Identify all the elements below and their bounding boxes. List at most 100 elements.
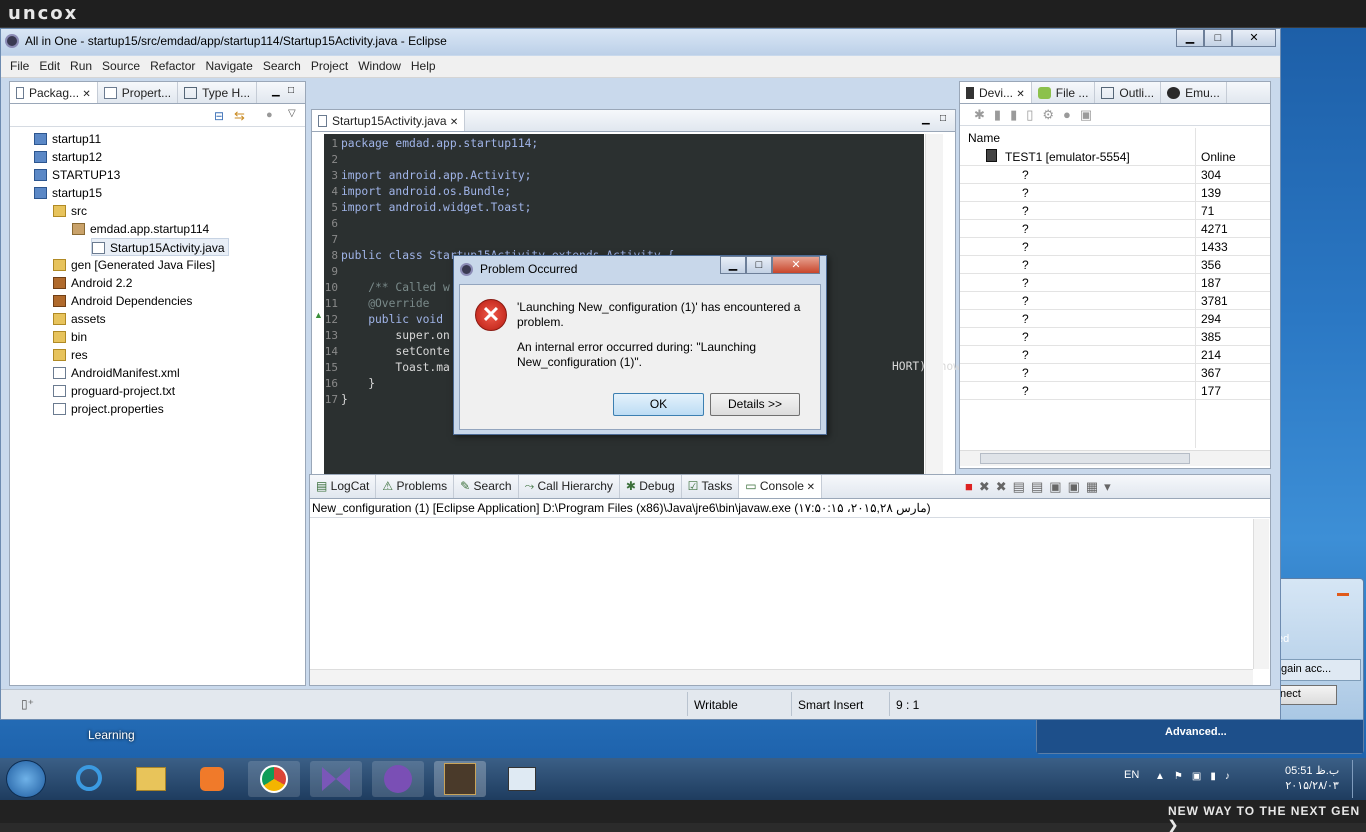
tree-item[interactable]: AndroidManifest.xml [53,364,180,382]
link-editor-icon[interactable]: ⇆ [234,108,245,124]
menu-window[interactable]: Window [353,56,406,76]
column-name[interactable]: Name [968,131,1000,145]
tree-item[interactable]: Startup15Activity.java [91,238,229,256]
process-row[interactable]: ? 367 [960,364,1270,382]
menu-help[interactable]: Help [406,56,441,76]
tab-file-explorer[interactable]: File ... [1032,82,1096,103]
tree-item[interactable]: STARTUP13 [34,166,120,184]
show-hidden-icon[interactable]: ▲ [1155,771,1174,782]
threads-icon[interactable]: ▮ [1010,107,1026,122]
menu-run[interactable]: Run [65,56,97,76]
show-desktop-button[interactable] [1352,760,1364,798]
process-row[interactable]: ? 4271 [960,220,1270,238]
tree-item[interactable]: bin [53,328,87,346]
menu-source[interactable]: Source [97,56,145,76]
scroll-lock-icon[interactable]: ▤ [1031,479,1049,494]
dialog-minimize-button[interactable]: ▁ [720,256,746,274]
tree-item[interactable]: startup12 [34,148,102,166]
process-row[interactable]: ? 356 [960,256,1270,274]
horizontal-scrollbar[interactable] [960,450,1270,466]
display-console-icon[interactable]: ▦ [1086,479,1104,494]
ie-icon[interactable] [62,761,114,797]
tab-type-hierarchy[interactable]: Type H... [178,82,258,103]
tree-item[interactable]: gen [Generated Java Files] [53,256,215,274]
tab-devices[interactable]: Devi... ✕ [960,82,1032,103]
process-row[interactable]: ? 294 [960,310,1270,328]
remove-launch-icon[interactable]: ✖ [979,479,996,494]
tree-item[interactable]: Android Dependencies [53,292,192,310]
process-row[interactable]: ? 304 [960,166,1270,184]
vs-icon[interactable] [310,761,362,797]
terminate-icon[interactable]: ■ [965,479,979,494]
viber-icon[interactable] [372,761,424,797]
tree-item[interactable]: project.properties [53,400,164,418]
close-icon[interactable]: ✕ [82,89,90,100]
tab-problems[interactable]: ⚠ Problems [376,475,455,498]
desktop-icon-label[interactable]: Learning [88,728,135,742]
tab-logcat[interactable]: ▤ LogCat [310,475,377,498]
process-row[interactable]: ? 139 [960,184,1270,202]
horizontal-scrollbar[interactable] [310,669,1253,685]
menu-edit[interactable]: Edit [34,56,65,76]
tree-item[interactable]: src [53,202,87,220]
maximize-view-icon[interactable]: □ [940,113,946,124]
language-indicator[interactable]: EN [1124,769,1139,781]
show-on-output-icon[interactable]: ▣ [1049,479,1067,494]
tree-item[interactable]: res [53,346,88,364]
tab-startup15activity[interactable]: Startup15Activity.java ✕ [312,110,466,131]
signal-icon[interactable]: ▮ [1210,771,1225,782]
menu-navigate[interactable]: Navigate [200,56,257,76]
device-row[interactable]: TEST1 [emulator-5554] Online [960,148,1270,166]
connect-button[interactable]: nect [1277,685,1337,705]
volume-icon[interactable]: ♪ [1225,771,1239,782]
tree-item[interactable]: startup15 [34,184,102,202]
chrome-icon[interactable] [248,761,300,797]
tree-item[interactable]: proguard-project.txt [53,382,175,400]
close-icon[interactable]: ✕ [804,482,815,493]
menu-refactor[interactable]: Refactor [145,56,200,76]
clear-console-icon[interactable]: ▤ [1013,479,1031,494]
tree-item[interactable]: emdad.app.startup114 [72,220,209,238]
screenshot-icon[interactable]: ▣ [1080,107,1101,122]
process-row[interactable]: ? 3781 [960,292,1270,310]
fast-view-icon[interactable]: ▯⁺ [21,697,34,711]
menu-file[interactable]: File [5,56,34,76]
gc-icon[interactable]: ▯ [1026,107,1042,122]
clock[interactable]: 05:51 ب.ظ ۲۰۱۵/۲۸/۰۳ [1285,764,1339,794]
tab-call-hierarchy[interactable]: ⤳ Call Hierarchy [519,475,620,498]
close-icon[interactable]: ✕ [1016,89,1024,100]
eclipse-javaee-icon[interactable] [434,761,486,797]
maximize-button[interactable]: □ [1204,29,1232,47]
tab-emulator[interactable]: Emu... [1161,82,1227,103]
tab-package-explorer[interactable]: Packag... ✕ [10,82,98,103]
process-row[interactable]: ? 385 [960,328,1270,346]
ok-button[interactable]: OK [613,393,704,416]
flag-icon[interactable]: ⚑ [1174,771,1192,782]
heap-icon[interactable]: ▮ [994,107,1010,122]
stop-icon[interactable]: ● [1063,107,1080,122]
media-player-icon[interactable] [186,761,238,797]
close-button[interactable]: ✕ [1232,29,1276,47]
debug-icon[interactable]: ✱ [974,107,994,122]
process-row[interactable]: ? 187 [960,274,1270,292]
collapse-all-icon[interactable]: ⊟ [214,109,224,123]
remove-all-icon[interactable]: ✖ [996,479,1013,494]
minimize-button[interactable]: ▁ [1176,29,1204,47]
minimize-icon[interactable] [1337,593,1349,596]
process-row[interactable]: ? 177 [960,382,1270,400]
device-icon[interactable]: ▣ [1192,771,1210,782]
minimize-view-icon[interactable]: ▁ [922,114,930,125]
dialog-maximize-button[interactable]: □ [746,256,772,274]
filter-icon[interactable]: ● [266,109,273,121]
vertical-scrollbar[interactable] [925,134,943,479]
tab-search[interactable]: ✎ Search [454,475,519,498]
process-row[interactable]: ? 1433 [960,238,1270,256]
advanced-link[interactable]: Advanced... [1165,726,1227,738]
menu-project[interactable]: Project [306,56,353,76]
tree-item[interactable]: assets [53,310,106,328]
tab-tasks[interactable]: ☑ Tasks [682,475,740,498]
scrollbar-thumb[interactable] [980,453,1190,464]
tab-debug[interactable]: ✱ Debug [620,475,682,498]
menu-search[interactable]: Search [258,56,306,76]
pin-console-icon[interactable]: ▣ [1068,479,1086,494]
